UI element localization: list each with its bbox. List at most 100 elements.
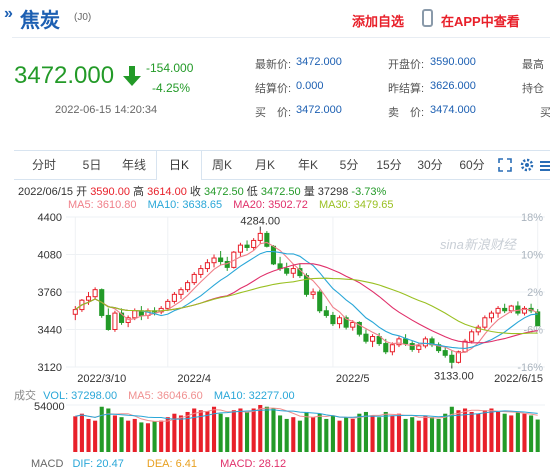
volume-bar xyxy=(132,418,137,452)
x-tick-label: 2022/4 xyxy=(177,373,211,385)
tab-5min[interactable]: 5分 xyxy=(336,151,362,179)
ma30-label: MA30: 3479.65 xyxy=(318,199,394,211)
instrument-name: 焦炭 xyxy=(20,10,60,32)
candle-body xyxy=(118,312,125,323)
y-axis-labels: 4400 4080 3760 3440 3120 xyxy=(38,212,62,374)
price-change: -154.000 xyxy=(146,61,194,75)
candle-body xyxy=(495,307,501,314)
ohlc-close-label: 收 xyxy=(189,186,201,198)
volume-bar xyxy=(509,415,514,452)
candle-body xyxy=(178,289,184,295)
candle-body xyxy=(317,291,323,312)
extra-label: 买 xyxy=(540,107,550,119)
volume-bar xyxy=(476,413,481,452)
volume-bar xyxy=(79,413,84,452)
volume-bar xyxy=(324,418,329,452)
candle-body xyxy=(112,312,118,330)
tab-daily-k[interactable]: 日K xyxy=(156,151,202,180)
candle-body xyxy=(191,273,197,284)
volume-bar xyxy=(139,422,144,452)
volume-bar xyxy=(238,408,243,452)
volume-bar xyxy=(258,405,263,452)
volume-bar xyxy=(363,411,368,452)
volume-bar xyxy=(205,411,210,452)
volume-bar xyxy=(482,410,487,452)
volume-bar xyxy=(231,410,236,452)
volume-ma10-label: MA10: 32277.00 xyxy=(213,390,295,402)
volume-bar xyxy=(106,408,111,452)
candle-body xyxy=(442,350,448,356)
candle-body xyxy=(231,251,237,268)
tab-15min[interactable]: 15分 xyxy=(374,151,404,179)
ma30-line xyxy=(74,277,538,335)
y-pct-label: 18% xyxy=(521,212,543,224)
candle-body xyxy=(290,268,296,274)
tab-60min[interactable]: 60分 xyxy=(457,151,487,179)
x-axis-labels: 2022/3/10 2022/4 2022/5 2022/6/15 xyxy=(77,373,543,385)
tab-yearly-k[interactable]: 年K xyxy=(293,151,323,179)
volume-label: 成交 xyxy=(14,390,36,402)
tab-30min[interactable]: 30分 xyxy=(415,151,445,179)
tab-5day[interactable]: 5日 xyxy=(76,151,108,179)
candle-body xyxy=(436,344,442,352)
candle-body xyxy=(171,293,177,302)
volume-bar xyxy=(410,417,415,452)
volume-bar xyxy=(423,415,428,452)
prev-settle-label: 昨结算: xyxy=(388,83,425,95)
y-pct-label: 10% xyxy=(521,250,543,262)
volume-bar xyxy=(317,413,322,452)
candle-body xyxy=(211,257,217,264)
volume-bar xyxy=(165,417,170,452)
volume-bar xyxy=(449,406,454,452)
volume-bar xyxy=(304,411,309,452)
candle-body xyxy=(363,333,369,342)
latest-label: 最新价: xyxy=(255,59,292,71)
candle-body xyxy=(125,317,131,323)
volume-bar xyxy=(436,418,441,452)
menu-icon[interactable] xyxy=(540,159,550,177)
latest-value: 3472.000 xyxy=(296,56,342,68)
macd-dea: DEA: 6.41 xyxy=(146,458,198,470)
candle-body xyxy=(198,268,204,275)
tab-timeshare[interactable]: 分时 xyxy=(28,151,60,179)
instrument-code: (J0) xyxy=(74,12,92,23)
ma-legend: MA5: 3610.80 MA10: 3638.65 MA20: 3502.72… xyxy=(68,199,394,211)
candle-body xyxy=(270,245,277,265)
candle-body xyxy=(79,299,85,311)
candle-body xyxy=(515,305,521,314)
y-pct-label: -16% xyxy=(517,362,543,374)
candle-body xyxy=(185,282,191,291)
tab-year-line[interactable]: 年线 xyxy=(118,151,150,179)
candle-body xyxy=(396,338,402,346)
tab-monthly-k[interactable]: 月K xyxy=(250,151,280,179)
title-row: » 焦炭 (J0) 添加自选 在APP中查看 xyxy=(0,0,550,36)
open-in-app-link[interactable]: 在APP中查看 xyxy=(441,11,520,30)
candle-body xyxy=(508,305,514,312)
volume-bar xyxy=(112,415,117,452)
tab-weekly-k[interactable]: 周K xyxy=(207,151,237,179)
ohlc-open-label: 开 xyxy=(76,186,88,198)
add-watchlist-link[interactable]: 添加自选 xyxy=(352,11,404,30)
y-tick-label: 3120 xyxy=(38,362,62,374)
candle-body xyxy=(92,289,98,298)
candle-body xyxy=(303,275,310,295)
volume-bar xyxy=(86,418,91,452)
candle-body xyxy=(330,314,336,325)
volume-bar xyxy=(297,420,302,452)
volume-bar xyxy=(357,413,362,452)
open-label: 开盘价: xyxy=(388,59,425,71)
candle-body xyxy=(264,232,270,247)
candle-body xyxy=(422,338,428,347)
open-value: 3590.000 xyxy=(430,56,476,68)
price-change-pct: -4.25% xyxy=(152,81,191,95)
candle-body xyxy=(383,343,389,353)
ohlc-vol-label: 量 xyxy=(303,186,315,198)
y-pct-label: -6% xyxy=(523,325,543,337)
candle-body xyxy=(356,321,362,335)
fullscreen-icon[interactable] xyxy=(498,158,512,177)
settings-icon[interactable] xyxy=(520,158,534,177)
volume-bar xyxy=(370,415,375,452)
candle-body xyxy=(409,343,415,350)
volume-bar xyxy=(502,413,507,452)
x-tick-label: 2022/6/15 xyxy=(494,373,543,385)
